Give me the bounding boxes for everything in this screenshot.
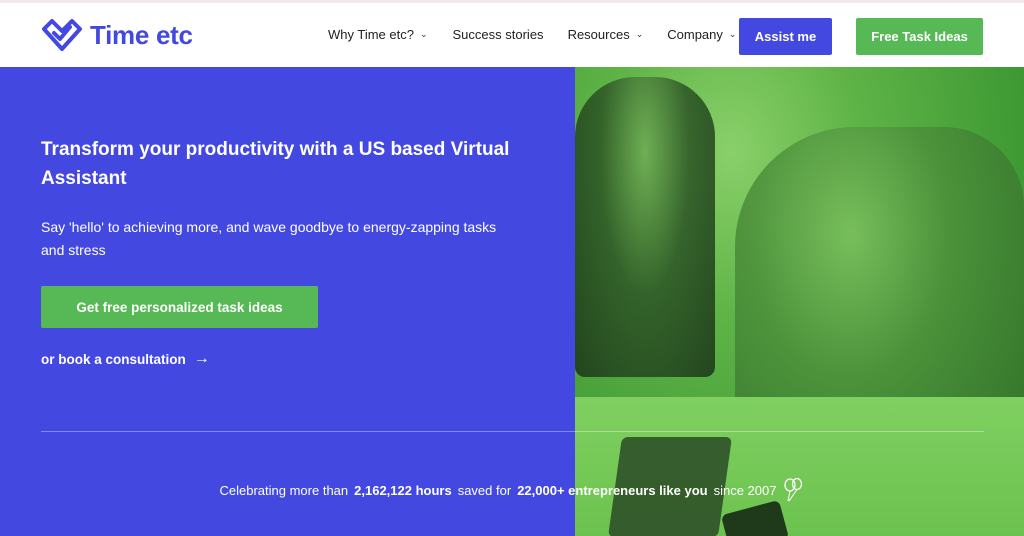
stats-entrepreneurs: 22,000+ entrepreneurs like you: [517, 482, 708, 498]
stats-middle: saved for: [457, 482, 512, 498]
nav-item-resources[interactable]: Resources ⌄: [568, 27, 644, 42]
free-task-ideas-button[interactable]: Free Task Ideas: [856, 18, 983, 55]
assist-me-button[interactable]: Assist me: [739, 18, 832, 55]
logo[interactable]: Time etc: [40, 17, 193, 53]
nav-item-label: Resources: [567, 27, 630, 42]
heart-check-logo-icon: [42, 19, 82, 51]
chevron-down-icon: ⌄: [635, 29, 644, 39]
nav-item-success-stories[interactable]: Success stories: [453, 27, 544, 42]
hero-subtitle: Say 'hello' to achieving more, and wave …: [41, 219, 497, 258]
nav-item-label: Why Time etc?: [328, 27, 414, 42]
logo-text: Time etc: [90, 19, 193, 50]
get-task-ideas-button[interactable]: Get free personalized task ideas: [41, 286, 318, 328]
hero-photo: [575, 67, 1024, 536]
consult-label: or book a consultation: [41, 351, 186, 367]
main-nav: Why Time etc? ⌄ Success stories Resource…: [328, 27, 736, 42]
hero-title: Transform your productivity with a US ba…: [41, 139, 510, 189]
balloon-icon: [784, 477, 803, 502]
nav-item-label: Company: [667, 27, 723, 42]
book-consultation-link[interactable]: or book a consultation →: [41, 350, 210, 368]
site-header: Time etc Why Time etc? ⌄ Success stories…: [0, 3, 1024, 67]
photo-person-left: [575, 77, 715, 377]
hero-divider: [41, 431, 984, 432]
chevron-down-icon: ⌄: [728, 29, 737, 39]
arrow-right-icon: →: [193, 350, 210, 367]
nav-item-company[interactable]: Company ⌄: [667, 27, 736, 42]
stats-hours: 2,162,122 hours: [354, 482, 452, 498]
stats-line: Celebrating more than 2,162,122 hours sa…: [0, 477, 1024, 503]
stats-prefix: Celebrating more than: [219, 482, 349, 498]
nav-item-why-time-etc[interactable]: Why Time etc? ⌄: [328, 27, 428, 42]
chevron-down-icon: ⌄: [419, 29, 428, 39]
nav-item-label: Success stories: [452, 27, 544, 42]
stats-suffix: since 2007: [713, 482, 777, 498]
